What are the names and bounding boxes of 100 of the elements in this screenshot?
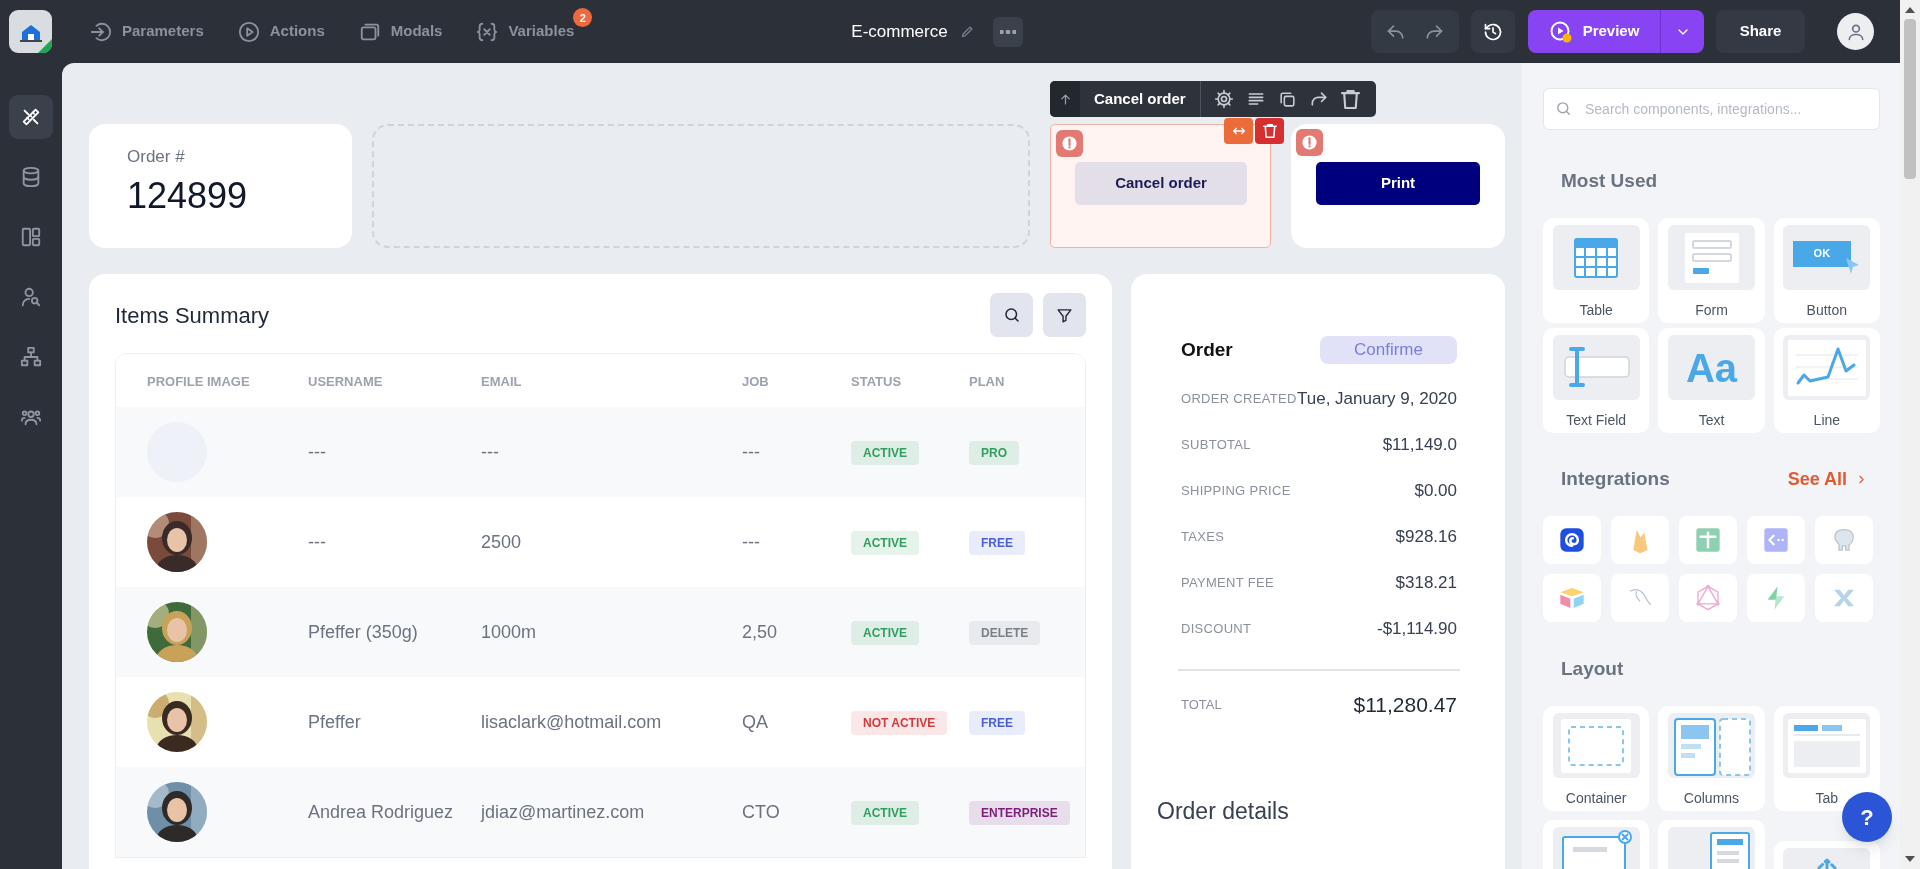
- resize-handle[interactable]: [1224, 118, 1253, 144]
- component-tile[interactable]: Tab: [1773, 706, 1880, 811]
- code-icon: [1761, 525, 1791, 555]
- status-badge: Confirme: [1320, 336, 1457, 364]
- remove-handle[interactable]: [1255, 118, 1284, 144]
- user-avatar[interactable]: [1837, 13, 1874, 50]
- summary-label: PAYMENT FEE: [1181, 574, 1274, 593]
- section-title: Order details: [1157, 797, 1289, 826]
- integration-tile[interactable]: [1815, 516, 1873, 564]
- hierarchy-icon: [20, 346, 42, 368]
- filter-button[interactable]: [1043, 293, 1086, 337]
- selected-container[interactable]: Cancel order: [1050, 124, 1271, 248]
- component-tile[interactable]: Line: [1773, 328, 1880, 433]
- history-button[interactable]: [1471, 10, 1515, 53]
- table-cell: Andrea Rodriguez: [308, 801, 454, 822]
- nav-item[interactable]: Actions: [237, 20, 325, 43]
- summary-label: SHIPPING PRICE: [1181, 482, 1291, 501]
- settings-button[interactable]: [1213, 89, 1234, 109]
- integration-tile[interactable]: [1543, 516, 1601, 564]
- table-row[interactable]: Pfeffer (350g) 1000m 2,50 ACTIVE DELETE: [116, 587, 1085, 677]
- alert-icon: [1301, 134, 1318, 151]
- column-header: PLAN: [969, 373, 1005, 389]
- scroll-up-icon[interactable]: [1905, 7, 1915, 13]
- integration-tile[interactable]: [1815, 574, 1873, 622]
- integration-tile[interactable]: [1747, 574, 1805, 622]
- sidebar-button[interactable]: [9, 95, 53, 139]
- integration-tile[interactable]: [1679, 574, 1737, 622]
- component-tile[interactable]: Table: [1543, 218, 1650, 323]
- column-header: JOB: [742, 373, 769, 389]
- text-icon: Aa: [1685, 347, 1738, 388]
- summary-value: Tue, January 9, 2020: [1296, 388, 1457, 411]
- scrollbar[interactable]: [1900, 0, 1920, 869]
- plan-badge: FREE: [969, 531, 1025, 555]
- summary-label: SUBTOTAL: [1181, 436, 1251, 455]
- edit-title-button[interactable]: [959, 24, 975, 39]
- summary-value: -$1,114.90: [1376, 618, 1457, 641]
- status-badge: ACTIVE: [851, 531, 919, 555]
- error-badge[interactable]: [1296, 129, 1323, 156]
- table-cell: 2,50: [742, 621, 778, 642]
- summary-label: ORDER CREATED: [1181, 390, 1297, 409]
- column-header: PROFILE IMAGE: [147, 373, 250, 389]
- column-header: STATUS: [851, 373, 902, 389]
- table-cell: ---: [308, 441, 326, 462]
- cancel-order-button[interactable]: Cancel order: [1075, 162, 1247, 205]
- component-tile[interactable]: Container: [1543, 706, 1650, 811]
- column-header: EMAIL: [481, 373, 522, 389]
- integration-tile[interactable]: [1747, 516, 1805, 564]
- status-badge: ACTIVE: [851, 801, 919, 825]
- status-badge: ACTIVE: [851, 441, 919, 465]
- share-button[interactable]: Share: [1716, 10, 1805, 53]
- plan-badge: DELETE: [969, 621, 1041, 645]
- summary-value: $928.16: [1395, 526, 1457, 549]
- total-value: $11,280.47: [1353, 692, 1457, 719]
- table-row[interactable]: --- --- --- ACTIVE PRO: [116, 407, 1085, 497]
- component-tile[interactable]: Aa Text: [1658, 328, 1765, 433]
- scroll-down-icon[interactable]: [1905, 856, 1915, 862]
- table-row[interactable]: Andrea Rodriguez jdiaz@martinez.com CTO ACTIVE ENTERPRISE: [116, 767, 1085, 857]
- search-field[interactable]: Search components, integrations...: [1543, 88, 1880, 130]
- table-cell: jdiaz@martinez.com: [481, 801, 645, 822]
- summary-value: $318.21: [1395, 572, 1457, 595]
- integration-tile[interactable]: [1611, 574, 1669, 622]
- plan-badge: PRO: [969, 441, 1019, 465]
- order-number-value: 124899: [127, 173, 249, 218]
- integration-tile[interactable]: [1679, 516, 1737, 564]
- app-logo[interactable]: [9, 10, 52, 53]
- app-title: E-commerce: [851, 20, 948, 43]
- pencil-icon: [959, 24, 975, 39]
- integration-tile[interactable]: [1611, 516, 1669, 564]
- count-badge: 2: [573, 8, 593, 28]
- preview-button[interactable]: Preview: [1528, 10, 1660, 53]
- print-button[interactable]: Print: [1316, 162, 1480, 205]
- table-cell: ---: [742, 531, 760, 552]
- copy-button[interactable]: [1277, 89, 1297, 109]
- nav-item[interactable]: Parameters: [90, 20, 204, 43]
- history-icon: [1483, 21, 1503, 42]
- table-cell: Pfeffer: [308, 711, 361, 732]
- copy-icon: [1277, 89, 1297, 109]
- component-tile[interactable]: Text Field: [1543, 328, 1650, 433]
- summary-label: TOTAL: [1181, 696, 1222, 715]
- scrollbar-thumb[interactable]: [1904, 19, 1916, 179]
- search-button[interactable]: [990, 293, 1033, 337]
- delete-button[interactable]: [1340, 89, 1360, 109]
- nav-item[interactable]: Modals: [358, 20, 443, 43]
- component-tile[interactable]: Form: [1658, 218, 1765, 323]
- nav-item[interactable]: Variables: [476, 20, 575, 43]
- section-heading: Most Used: [1561, 168, 1658, 193]
- summary-label: DISCOUNT: [1181, 620, 1252, 639]
- card-title: Order: [1181, 337, 1233, 362]
- component-tile[interactable]: Columns: [1658, 706, 1765, 811]
- table-cell: Pfeffer (350g): [308, 621, 418, 642]
- column-header: USERNAME: [308, 373, 383, 389]
- trash-icon: [1262, 124, 1277, 138]
- variable-icon: [476, 20, 499, 43]
- integration-tile[interactable]: [1543, 574, 1601, 622]
- more-button[interactable]: [992, 16, 1023, 47]
- error-badge[interactable]: [1056, 130, 1083, 157]
- component-tile[interactable]: OK Button: [1773, 218, 1880, 323]
- table-cell: 2500: [481, 531, 522, 552]
- select-parent-button[interactable]: [1050, 81, 1080, 117]
- search-icon: [1002, 306, 1021, 324]
